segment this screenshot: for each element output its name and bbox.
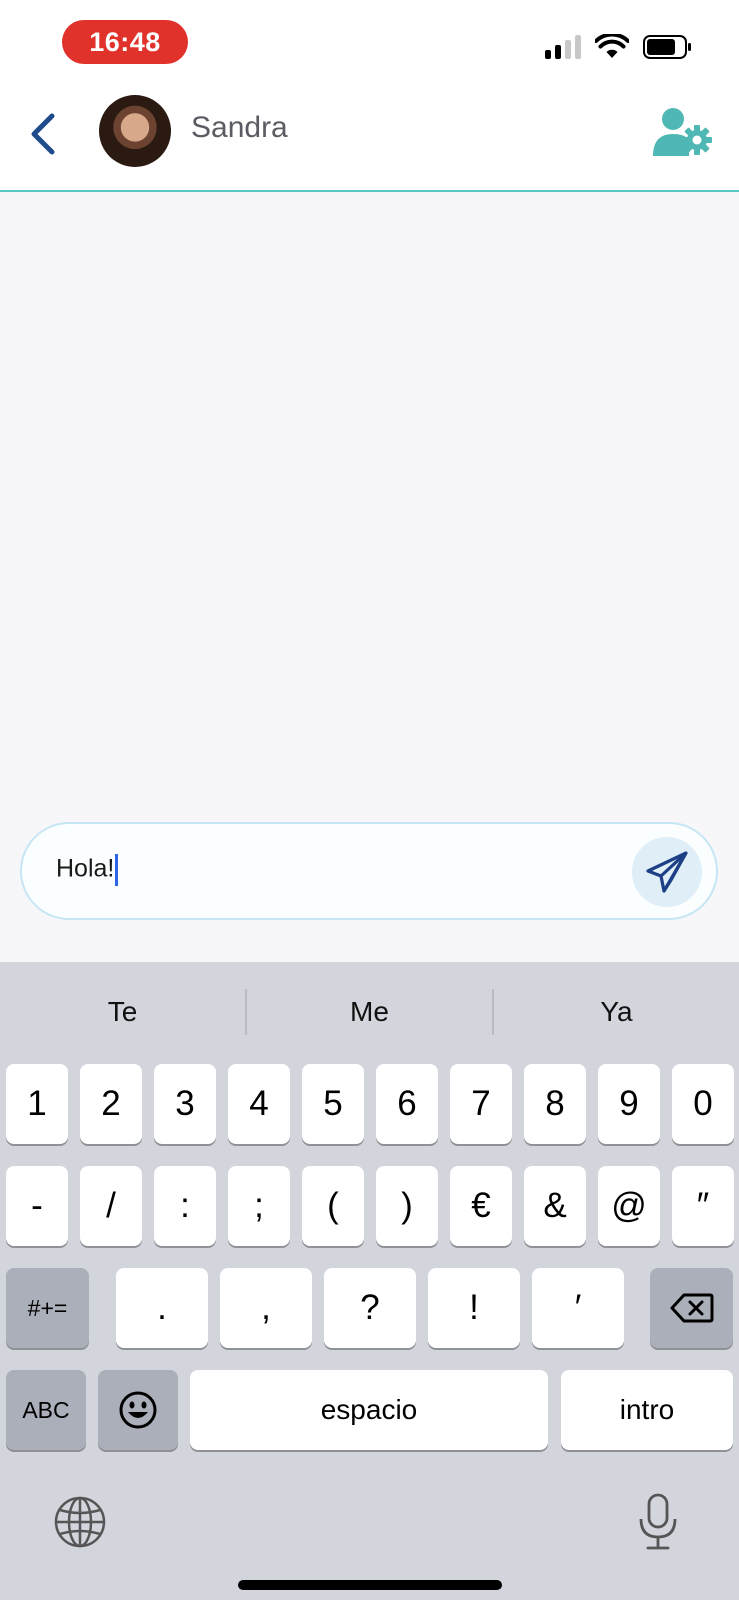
send-button[interactable]	[632, 837, 702, 907]
back-chevron-icon	[31, 113, 55, 155]
key-7[interactable]: 7	[450, 1064, 512, 1144]
key-at[interactable]: @	[598, 1166, 660, 1246]
chat-header: Sandra	[0, 88, 739, 192]
key-semicolon[interactable]: ;	[228, 1166, 290, 1246]
message-input[interactable]: Hola!	[56, 854, 119, 886]
emoji-key[interactable]	[98, 1370, 178, 1450]
back-button[interactable]	[22, 106, 62, 162]
key-abc[interactable]: ABC	[6, 1370, 86, 1450]
key-more-symbols[interactable]: #+=	[6, 1268, 89, 1348]
user-settings-button[interactable]	[653, 106, 713, 158]
suggestion-item[interactable]: Ya	[494, 989, 739, 1035]
chat-messages-area[interactable]: Hola!	[0, 192, 739, 962]
message-input-text: Hola!	[56, 854, 115, 883]
keyboard: Te Me Ya 1 2 3 4 5 6 7 8 9 0 - / : ; ( )…	[0, 962, 739, 1600]
key-ampersand[interactable]: &	[524, 1166, 586, 1246]
globe-button[interactable]	[52, 1494, 108, 1550]
status-bar: 16:48	[0, 0, 739, 88]
key-4[interactable]: 4	[228, 1064, 290, 1144]
suggestion-item[interactable]: Te	[0, 989, 245, 1035]
wifi-icon	[595, 34, 629, 58]
key-colon[interactable]: :	[154, 1166, 216, 1246]
suggestion-bar: Te Me Ya	[0, 962, 739, 1062]
status-time: 16:48	[62, 20, 188, 64]
microphone-icon	[639, 1493, 677, 1550]
key-question[interactable]: ?	[324, 1268, 416, 1348]
home-indicator	[238, 1580, 502, 1590]
message-composer[interactable]: Hola!	[20, 822, 718, 920]
key-euro[interactable]: €	[450, 1166, 512, 1246]
key-5[interactable]: 5	[302, 1064, 364, 1144]
key-open-paren[interactable]: (	[302, 1166, 364, 1246]
battery-icon	[643, 35, 691, 59]
key-hyphen[interactable]: -	[6, 1166, 68, 1246]
emoji-icon	[119, 1391, 157, 1429]
key-comma[interactable]: ,	[220, 1268, 312, 1348]
status-icons	[545, 34, 691, 60]
key-9[interactable]: 9	[598, 1064, 660, 1144]
key-slash[interactable]: /	[80, 1166, 142, 1246]
globe-icon	[54, 1496, 106, 1548]
send-icon	[646, 851, 688, 893]
contact-name: Sandra	[191, 111, 288, 144]
user-settings-icon	[653, 108, 712, 156]
dictation-button[interactable]	[636, 1492, 680, 1552]
key-double-quote[interactable]: ″	[672, 1166, 734, 1246]
key-6[interactable]: 6	[376, 1064, 438, 1144]
key-2[interactable]: 2	[80, 1064, 142, 1144]
key-close-paren[interactable]: )	[376, 1166, 438, 1246]
text-caret	[115, 854, 119, 886]
avatar[interactable]	[99, 95, 171, 167]
key-8[interactable]: 8	[524, 1064, 586, 1144]
key-exclamation[interactable]: !	[428, 1268, 520, 1348]
backspace-icon	[670, 1293, 713, 1323]
key-1[interactable]: 1	[6, 1064, 68, 1144]
signal-icon	[545, 35, 581, 59]
key-0[interactable]: 0	[672, 1064, 734, 1144]
return-key[interactable]: intro	[561, 1370, 733, 1450]
key-period[interactable]: .	[116, 1268, 208, 1348]
backspace-key[interactable]	[650, 1268, 733, 1348]
space-key[interactable]: espacio	[190, 1370, 548, 1450]
suggestion-item[interactable]: Me	[247, 989, 492, 1035]
key-apostrophe[interactable]: ′	[532, 1268, 624, 1348]
key-3[interactable]: 3	[154, 1064, 216, 1144]
